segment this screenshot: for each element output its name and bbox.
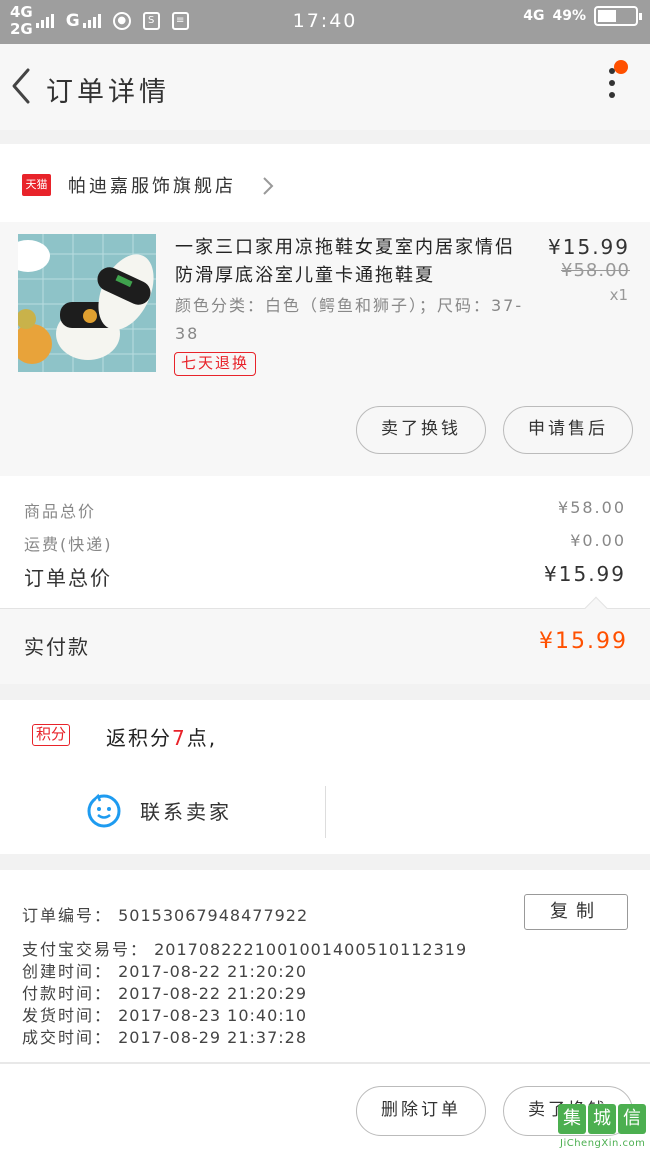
created-time-row: 创建时间： 2017-08-22 21:20:20 xyxy=(22,958,307,982)
paid-time-row: 付款时间： 2017-08-22 21:20:29 xyxy=(22,980,307,1004)
shipping-value: ¥0.00 xyxy=(570,531,626,550)
paid-label: 实付款 xyxy=(24,635,90,659)
price-summary: 商品总价 ¥58.00 运费(快递) ¥0.00 订单总价 ¥15.99 xyxy=(0,476,650,608)
shop-name: 帕迪嘉服饰旗舰店 xyxy=(68,176,236,197)
shipping-label: 运费(快递) xyxy=(24,535,113,554)
battery-icon xyxy=(594,6,642,26)
shipped-time-label: 发货时间： xyxy=(22,1006,113,1025)
goods-total-label: 商品总价 xyxy=(24,502,97,521)
product-image[interactable] xyxy=(18,234,156,372)
points-contact-section: 积分 返积分7点, 联系卖家 xyxy=(0,700,650,854)
sell-for-cash-button[interactable]: 卖了换钱 xyxy=(356,406,486,454)
order-info: 订单编号： 50153067948477922 复制 支付宝交易号： 20170… xyxy=(0,870,650,1062)
network-label-right: 4G xyxy=(523,8,545,24)
order-total-value: ¥15.99 xyxy=(544,562,626,586)
alipay-label: 支付宝交易号： xyxy=(22,940,149,959)
paid-row: 实付款 ¥15.99 xyxy=(0,596,650,684)
app-header: 订单详情 xyxy=(0,44,650,130)
alipay-row: 支付宝交易号： 2017082221001001400510112319 xyxy=(22,936,467,960)
points-number: 7 xyxy=(172,726,187,750)
battery-level xyxy=(598,10,616,22)
goods-total-value: ¥58.00 xyxy=(558,498,626,517)
product-price: ¥15.99 xyxy=(548,235,630,259)
product-quantity: x1 xyxy=(609,286,628,304)
chevron-right-icon xyxy=(263,177,274,195)
goods-total-row: 商品总价 ¥58.00 xyxy=(24,498,626,522)
bottom-action-bar: 删除订单 卖了换钱 xyxy=(0,1062,650,1155)
product-sku: 颜色分类：白色（鳄鱼和狮子）；尺码：37-38 xyxy=(175,296,524,343)
product-card[interactable]: 一家三口家用凉拖鞋女夏室内居家情侣防滑厚底浴室儿童卡通拖鞋夏 颜色分类：白色（鳄… xyxy=(0,222,650,476)
points-badge: 积分 xyxy=(32,724,71,746)
points-text: 返积分7点, xyxy=(106,722,217,751)
apply-aftersale-button[interactable]: 申请售后 xyxy=(503,406,633,454)
paid-value: ¥15.99 xyxy=(539,629,628,654)
paid-time-value: 2017-08-22 21:20:29 xyxy=(118,984,308,1003)
product-title: 一家三口家用凉拖鞋女夏室内居家情侣防滑厚底浴室儿童卡通拖鞋夏 xyxy=(175,237,515,286)
tmall-logo: 天猫 xyxy=(22,174,51,196)
more-menu-button[interactable] xyxy=(602,60,628,110)
slipper-product-photo xyxy=(18,234,156,372)
paid-time-label: 付款时间： xyxy=(22,984,113,1003)
watermark-url: JiChengXin.com xyxy=(560,1138,646,1149)
page-title: 订单详情 xyxy=(46,77,170,108)
order-total-row: 订单总价 ¥15.99 xyxy=(24,562,626,591)
chevron-left-icon xyxy=(12,68,30,104)
watermark: 集城信 JiChengXin.com xyxy=(558,1104,648,1154)
chat-bubble-icon xyxy=(87,793,121,828)
shop-row[interactable]: 天猫 帕迪嘉服饰旗舰店 xyxy=(0,144,650,222)
shipping-row: 运费(快递) ¥0.00 xyxy=(24,531,626,555)
order-number-row: 订单编号： 50153067948477922 xyxy=(22,902,308,926)
shipped-time-row: 发货时间： 2017-08-23 10:40:10 xyxy=(22,1002,307,1026)
created-time-value: 2017-08-22 21:20:20 xyxy=(118,962,308,981)
order-number-label: 订单编号： xyxy=(22,906,113,925)
status-bar: 4G 2G G ● S ≡ 17:40 4G 49% xyxy=(0,0,650,44)
shipped-time-value: 2017-08-23 10:40:10 xyxy=(118,1006,308,1025)
product-original-price: ¥58.00 xyxy=(561,260,630,281)
delete-order-button[interactable]: 删除订单 xyxy=(356,1086,486,1136)
contact-seller-button[interactable]: 联系卖家 xyxy=(86,792,232,828)
order-number-value: 50153067948477922 xyxy=(118,906,309,925)
alipay-value: 2017082221001001400510112319 xyxy=(154,940,468,959)
contact-seller-label: 联系卖家 xyxy=(140,799,232,824)
back-button[interactable] xyxy=(6,66,38,106)
created-time-label: 创建时间： xyxy=(22,962,113,981)
points-text-pre: 返积分 xyxy=(106,726,172,750)
battery-percent: 49% xyxy=(552,8,586,24)
order-total-label: 订单总价 xyxy=(24,566,112,590)
done-time-label: 成交时间： xyxy=(22,1028,113,1047)
done-time-value: 2017-08-29 21:37:28 xyxy=(118,1028,308,1047)
points-text-post: 点, xyxy=(186,726,218,750)
notification-dot xyxy=(614,60,628,74)
copy-button[interactable]: 复制 xyxy=(524,894,628,930)
seven-day-return-tag: 七天退换 xyxy=(174,352,257,376)
divider xyxy=(325,786,326,838)
done-time-row: 成交时间： 2017-08-29 21:37:28 xyxy=(22,1024,307,1048)
watermark-logo: 集城信 xyxy=(558,1104,646,1134)
